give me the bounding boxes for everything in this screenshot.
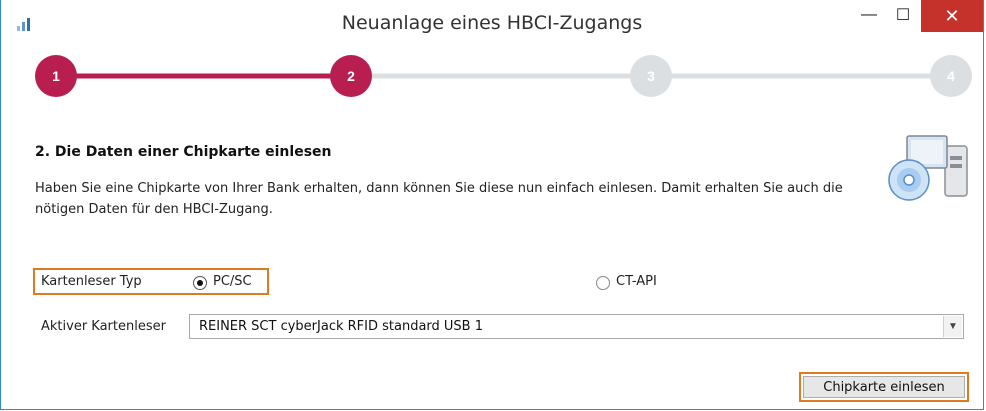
radio-ctapi-label[interactable]: CT-API (616, 274, 657, 289)
radio-pcsc[interactable] (193, 276, 207, 290)
active-reader-select[interactable]: REINER SCT cyberJack RFID standard USB 1… (189, 314, 964, 339)
radio-ctapi[interactable] (596, 276, 610, 290)
step-4-label: 4 (947, 68, 955, 84)
section-heading: 2. Die Daten einer Chipkarte einlesen (35, 144, 332, 160)
chevron-down-icon[interactable]: ▼ (943, 316, 962, 337)
maximize-button[interactable]: ☐ (888, 0, 918, 30)
step-3: 3 (630, 55, 672, 97)
section-description: Haben Sie eine Chipkarte von Ihrer Bank … (35, 181, 843, 217)
step-4: 4 (930, 55, 972, 97)
hbci-setup-window: Neuanlage eines HBCI-Zugangs — ☐ ✕ 1 2 3… (0, 0, 984, 410)
minimize-button[interactable]: — (854, 0, 884, 30)
step-1-label: 1 (52, 68, 60, 84)
step-1: 1 (35, 55, 77, 97)
radio-pcsc-label[interactable]: PC/SC (213, 274, 252, 289)
title-bar: Neuanlage eines HBCI-Zugangs — ☐ ✕ (1, 0, 983, 48)
active-reader-label: Aktiver Kartenleser (41, 319, 166, 334)
active-reader-value: REINER SCT cyberJack RFID standard USB 1 (199, 319, 484, 334)
window-title: Neuanlage eines HBCI-Zugangs (341, 12, 643, 34)
read-card-button[interactable]: Chipkarte einlesen (803, 376, 965, 398)
reader-type-label: Kartenleser Typ (41, 274, 142, 289)
step-2-label: 2 (347, 68, 355, 84)
step-2: 2 (330, 55, 372, 97)
step-3-label: 3 (647, 68, 655, 84)
step-progress: 1 2 3 4 (35, 55, 972, 97)
close-button[interactable]: ✕ (921, 0, 983, 32)
read-card-highlight: Chipkarte einlesen (799, 372, 969, 402)
chipcard-reader-computer-icon (888, 135, 968, 201)
